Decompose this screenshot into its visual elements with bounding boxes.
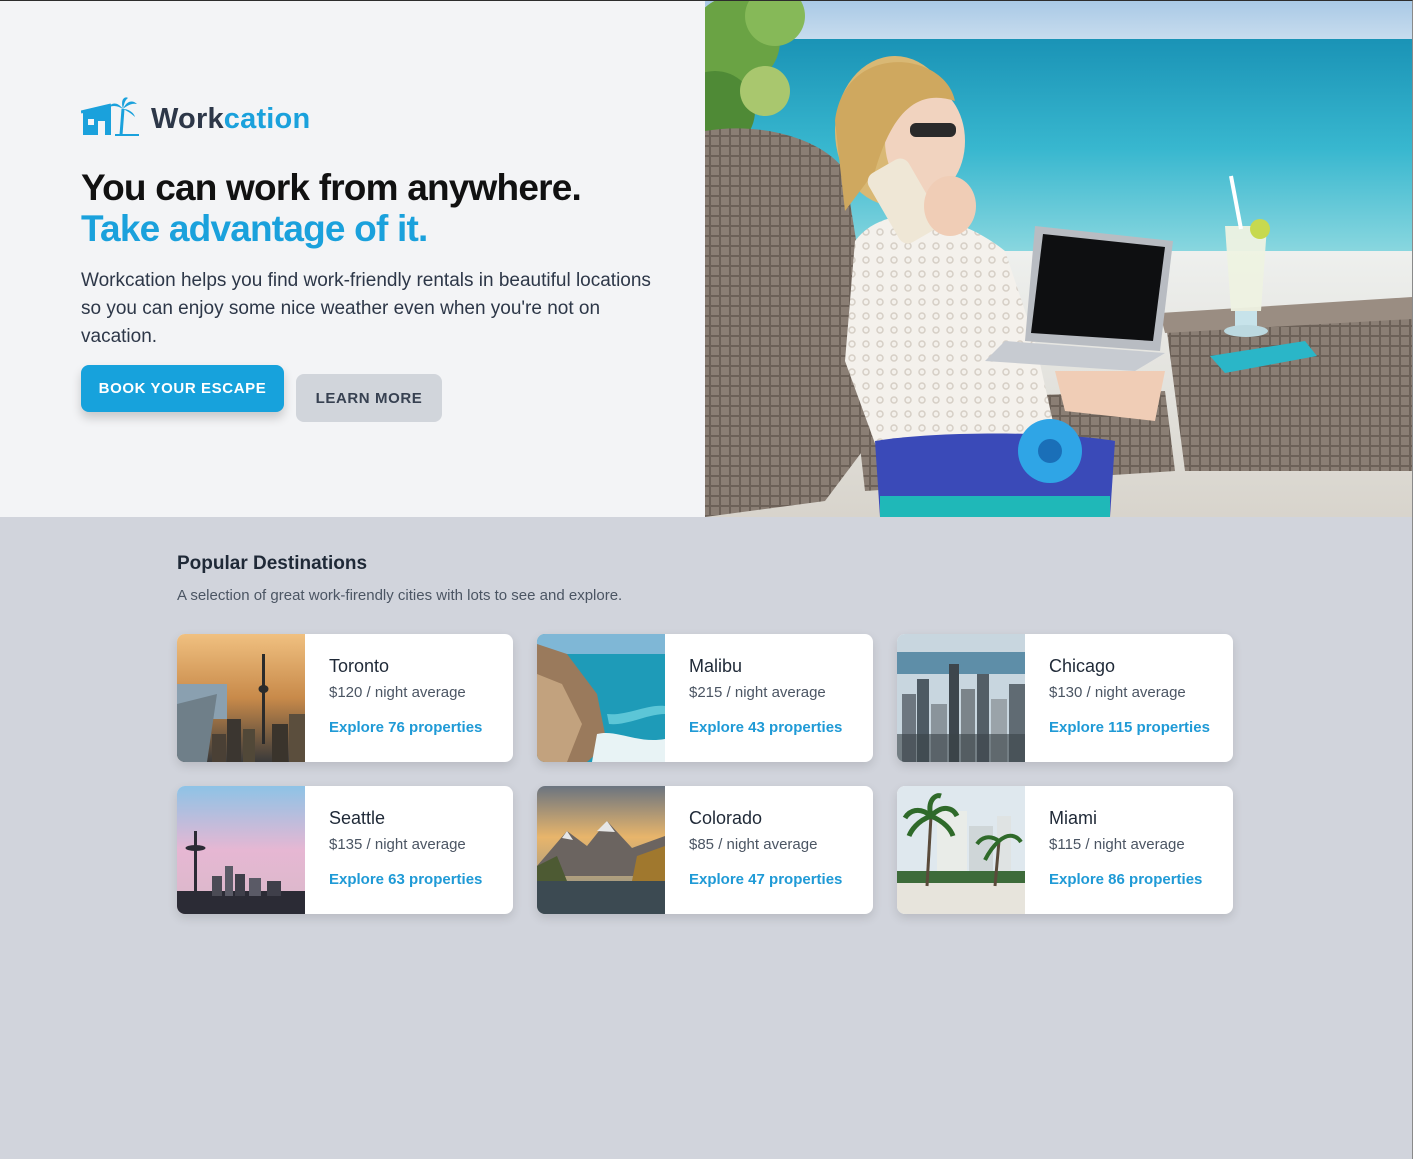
headline-line-2: Take advantage of it. [81,208,428,249]
explore-properties-link[interactable]: Explore 86 properties [1049,871,1202,888]
city-name: Miami [1049,808,1097,828]
card-body: Toronto $120 / night average Explore 76 … [305,634,482,762]
card-body: Seattle $135 / night average Explore 63 … [305,786,482,914]
destination-grid: Toronto $120 / night average Explore 76 … [177,634,1237,914]
house-palm-icon [80,97,139,142]
destination-card-miami[interactable]: Miami $115 / night average Explore 86 pr… [897,786,1233,914]
destination-card-malibu[interactable]: Malibu $215 / night average Explore 43 p… [537,634,873,762]
card-body: Malibu $215 / night average Explore 43 p… [665,634,842,762]
card-body: Chicago $130 / night average Explore 115… [1025,634,1210,762]
explore-properties-link[interactable]: Explore 63 properties [329,871,482,888]
explore-properties-link[interactable]: Explore 76 properties [329,719,482,736]
miami-beach-photo [897,786,1025,914]
explore-properties-link[interactable]: Explore 43 properties [689,719,842,736]
chicago-skyline-photo [897,634,1025,762]
hero-image [705,1,1412,517]
hero-description: Workcation helps you find work-friendly … [81,270,651,347]
hero-section: Workcation You can work from anywhere. T… [0,1,1412,517]
card-body: Miami $115 / night average Explore 86 pr… [1025,786,1202,914]
city-name: Toronto [329,656,390,676]
headline-line-1: You can work from anywhere. [81,167,582,208]
destination-card-colorado[interactable]: Colorado $85 / night average Explore 47 … [537,786,873,914]
colorado-mountains-photo [537,786,665,914]
city-name: Colorado [689,808,763,828]
price-text: $130 / night average [1049,684,1186,701]
malibu-coast-photo [537,634,665,762]
section-subtitle: A selection of great work-firendly citie… [177,587,623,604]
popular-destinations-section: Popular Destinations A selection of grea… [177,553,1237,604]
destination-card-seattle[interactable]: Seattle $135 / night average Explore 63 … [177,786,513,914]
city-name: Seattle [329,808,386,828]
brand-name: Workcation [151,103,311,135]
section-title: Popular Destinations [177,553,368,574]
price-text: $215 / night average [689,684,826,701]
book-your-escape-button[interactable]: BOOK YOUR ESCAPE [81,365,284,412]
card-body: Colorado $85 / night average Explore 47 … [665,786,842,914]
beach-laptop-photo [705,1,1412,517]
brand-logo[interactable]: Workcation [80,97,311,142]
price-text: $85 / night average [689,836,818,853]
city-name: Chicago [1049,656,1116,676]
city-name: Malibu [689,656,743,676]
explore-properties-link[interactable]: Explore 47 properties [689,871,842,888]
price-text: $120 / night average [329,684,466,701]
explore-properties-link[interactable]: Explore 115 properties [1049,719,1210,736]
destination-card-chicago[interactable]: Chicago $130 / night average Explore 115… [897,634,1233,762]
toronto-skyline-photo [177,634,305,762]
destination-card-toronto[interactable]: Toronto $120 / night average Explore 76 … [177,634,513,762]
seattle-skyline-photo [177,786,305,914]
price-text: $115 / night average [1049,836,1185,853]
hero-content: Workcation You can work from anywhere. T… [0,1,705,517]
page: Workcation You can work from anywhere. T… [0,0,1413,1159]
price-text: $135 / night average [329,836,466,853]
learn-more-button[interactable]: LEARN MORE [296,374,442,422]
hero-headline: You can work from anywhere. Take advanta… [81,167,582,249]
